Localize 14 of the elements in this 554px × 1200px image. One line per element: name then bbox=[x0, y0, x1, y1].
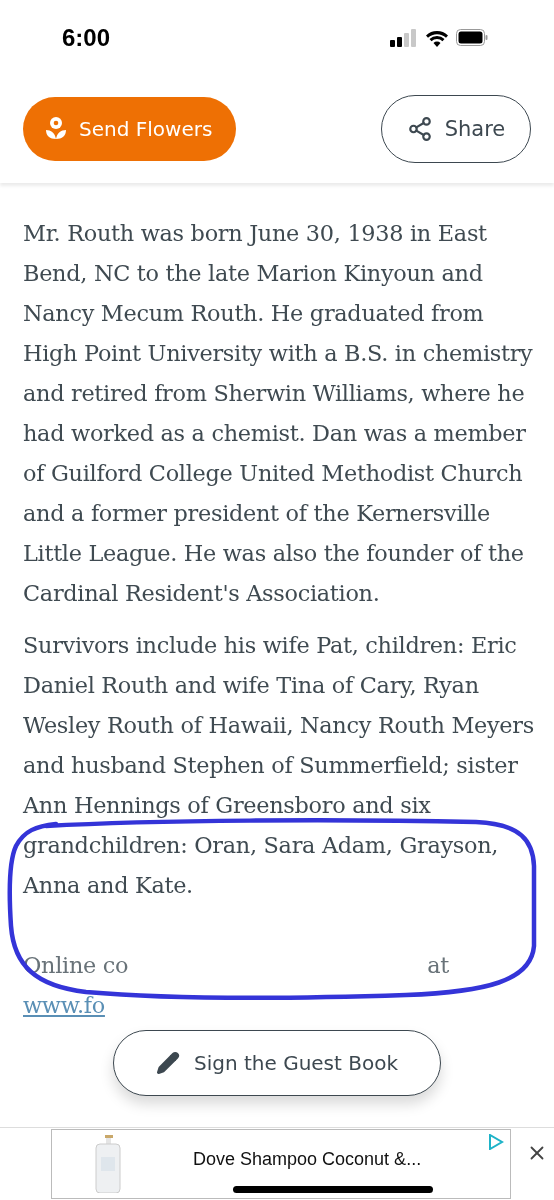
ad-banner[interactable]: Dove Shampoo Coconut &... bbox=[51, 1129, 511, 1199]
share-button[interactable]: Share bbox=[381, 95, 531, 163]
sign-guest-book-button[interactable]: Sign the Guest Book bbox=[113, 1030, 441, 1096]
status-time: 6:00 bbox=[62, 23, 111, 52]
wifi-icon bbox=[425, 28, 449, 47]
battery-icon bbox=[456, 29, 488, 46]
share-icon bbox=[406, 116, 433, 142]
obituary-paragraph: Mr. Routh was born June 30, 1938 in East Bend, NC to the late Marion Kinyoun and Nancy Mecum Routh. He graduated from High Point University with a B.S. in chemistry and retired from Sherwin Williams, where he had worked as a chemist. Dan was a member of Guilford College United Methodist Church and a former president of the Kernersville Little League. He was also the founder of the Cardinal Resident's Association. bbox=[23, 219, 534, 608]
signal-icon bbox=[390, 28, 418, 47]
condolences-text: at bbox=[427, 951, 449, 980]
flower-icon bbox=[45, 117, 67, 141]
ad-title: Dove Shampoo Coconut &... bbox=[193, 1148, 422, 1170]
obituary-paragraph: Survivors include his wife Pat, children: Eric Daniel Routh and wife Tina of Cary, Ryan Wesley Routh of Hawaii, Nancy Routh Meyers and husband Stephen of Summerfield; sister Ann Hennings of Greensboro and six grandchildren: Oran, Sara Adam, Grayson, Anna and Kate. bbox=[23, 631, 535, 900]
pencil-icon bbox=[155, 1051, 180, 1075]
